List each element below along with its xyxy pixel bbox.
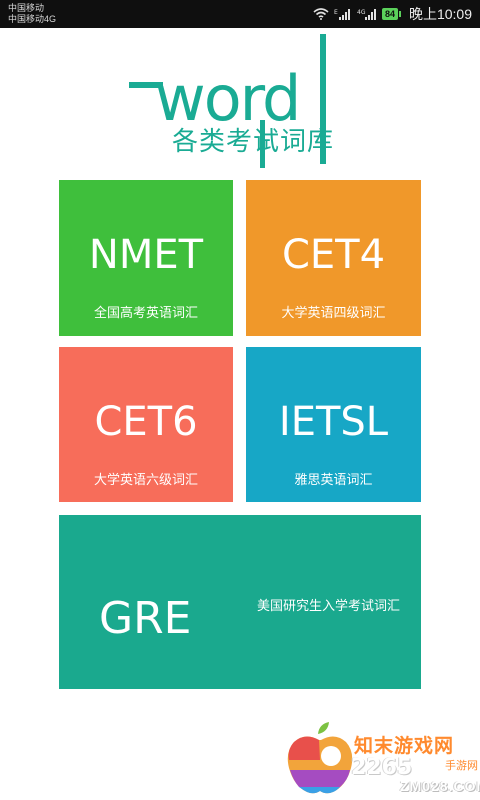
tile-description: 大学英语四级词汇	[281, 305, 386, 320]
wifi-icon	[313, 8, 329, 20]
svg-text:4G: 4G	[357, 9, 366, 16]
tile-title: IETSL	[278, 399, 389, 445]
tile-title: CET4	[281, 232, 386, 278]
logo-subtitle: 各类考试词库	[172, 126, 335, 156]
signal-4g-icon: 4G	[357, 8, 377, 21]
tile-cet4[interactable]: CET4 大学英语四级词汇	[246, 180, 421, 336]
watermark-domain: ZM028.COM	[400, 778, 480, 794]
tile-nmet[interactable]: NMET 全国高考英语词汇	[59, 180, 233, 336]
tile-gre[interactable]: GRE 美国研究生入学考试词汇	[59, 515, 421, 689]
carrier-2: 中国移动4G	[8, 14, 57, 24]
tile-title: CET6	[94, 399, 198, 445]
battery-icon: 84	[381, 8, 401, 20]
battery-level: 84	[381, 8, 398, 20]
status-bar: 中国移动 中国移动4G E 4G 84 晚上10:09	[0, 0, 480, 28]
signal-e-icon: E	[334, 8, 352, 21]
clock: 晚上10:09	[408, 6, 472, 22]
carrier-1: 中国移动	[8, 3, 45, 13]
tile-description: 雅思英语词汇	[294, 472, 373, 487]
logo-bar-stem	[260, 120, 265, 168]
tile-description: 大学英语六级词汇	[93, 472, 198, 487]
logo-word: word	[155, 62, 301, 135]
svg-text:E: E	[334, 9, 338, 16]
status-icons: E 4G 84 晚上10:09	[313, 0, 472, 28]
tile-description: 美国研究生入学考试词汇	[257, 598, 401, 613]
tile-description: 全国高考英语词汇	[93, 305, 198, 320]
watermark: 知末游戏网 2265 手游网 ZM028.COM	[285, 712, 480, 800]
app-logo: word 各类考试词库	[120, 32, 370, 172]
tile-title: GRE	[99, 593, 192, 644]
tile-title: NMET	[88, 232, 204, 278]
tile-ietsl[interactable]: IETSL 雅思英语词汇	[246, 347, 421, 502]
watermark-sub: 手游网	[445, 760, 478, 772]
watermark-number: 2265	[351, 755, 413, 780]
tile-cet6[interactable]: CET6 大学英语六级词汇	[59, 347, 233, 502]
apple-logo-icon	[285, 720, 355, 800]
